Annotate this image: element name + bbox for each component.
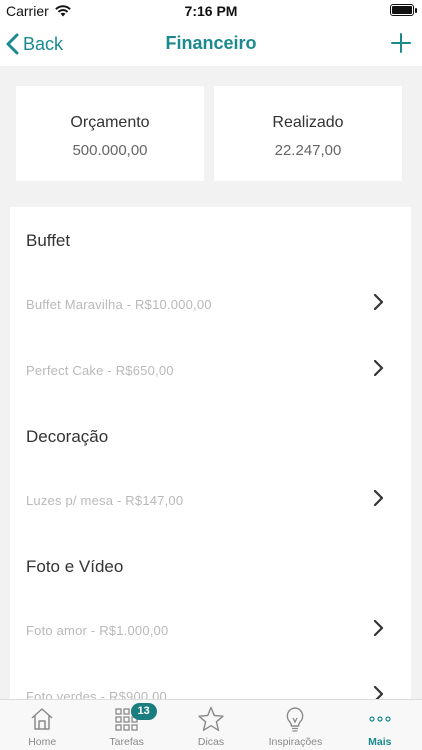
more-dots-icon xyxy=(369,716,391,722)
star-icon xyxy=(198,706,224,731)
add-icon[interactable] xyxy=(390,32,412,54)
list-item-label: Perfect Cake - R$650,00 xyxy=(26,363,174,378)
list-item-label: Foto verdes - R$900,00 xyxy=(26,689,167,699)
tab-label: Tarefas xyxy=(109,736,144,748)
section-title-foto-video: Foto e Vídeo xyxy=(26,557,124,576)
tab-bar: Home 13 Tarefas Dicas Inspirações Mais xyxy=(0,699,422,750)
list-item-label: Foto amor - R$1.000,00 xyxy=(26,623,169,638)
tab-inspiracoes[interactable]: Inspirações xyxy=(253,700,337,750)
tab-label: Home xyxy=(28,736,57,748)
spent-card: Realizado 22.247,00 xyxy=(214,86,402,181)
tab-dicas[interactable]: Dicas xyxy=(169,700,253,750)
page-title: Financeiro xyxy=(165,33,257,53)
spent-value: 22.247,00 xyxy=(274,142,342,159)
budget-card: Orçamento 500.000,00 xyxy=(16,86,204,181)
list-item[interactable]: Buffet Maravilha - R$10.000,00 xyxy=(10,285,411,325)
list-item[interactable]: Perfect Cake - R$650,00 xyxy=(10,351,411,391)
tab-home[interactable]: Home xyxy=(0,700,84,750)
spent-label: Realizado xyxy=(272,114,344,131)
list-item-label: Luzes p/ mesa - R$147,00 xyxy=(26,493,184,508)
battery-icon xyxy=(390,4,417,16)
chevron-right-icon xyxy=(373,685,384,699)
chevron-right-icon xyxy=(373,293,384,311)
list-item-label: Buffet Maravilha - R$10.000,00 xyxy=(26,297,212,312)
expense-list: Buffet Buffet Maravilha - R$10.000,00 Pe… xyxy=(10,207,411,699)
chevron-right-icon xyxy=(373,489,384,507)
chevron-right-icon xyxy=(373,359,384,377)
tab-tarefas[interactable]: 13 Tarefas xyxy=(84,700,168,750)
list-item[interactable]: Foto verdes - R$900,00 xyxy=(10,677,411,699)
task-count-badge: 13 xyxy=(130,703,157,720)
lightbulb-icon xyxy=(287,707,304,732)
navigation-bar: Back Financeiro xyxy=(0,22,422,66)
tab-label: Dicas xyxy=(197,736,225,748)
chevron-right-icon xyxy=(373,619,384,637)
status-bar: Carrier 7:16 PM xyxy=(0,0,422,22)
tab-mais[interactable]: Mais xyxy=(338,700,422,750)
tab-label: Inspirações xyxy=(268,736,323,748)
section-title-decoracao: Decoração xyxy=(26,427,109,446)
clock: 7:16 PM xyxy=(184,3,238,19)
list-item[interactable]: Foto amor - R$1.000,00 xyxy=(10,611,411,651)
list-item[interactable]: Luzes p/ mesa - R$147,00 xyxy=(10,481,411,521)
section-title-buffet: Buffet xyxy=(26,231,71,250)
budget-label: Orçamento xyxy=(70,114,150,131)
budget-value: 500.000,00 xyxy=(72,142,148,159)
tab-label: Mais xyxy=(368,736,392,748)
home-icon xyxy=(31,708,53,730)
